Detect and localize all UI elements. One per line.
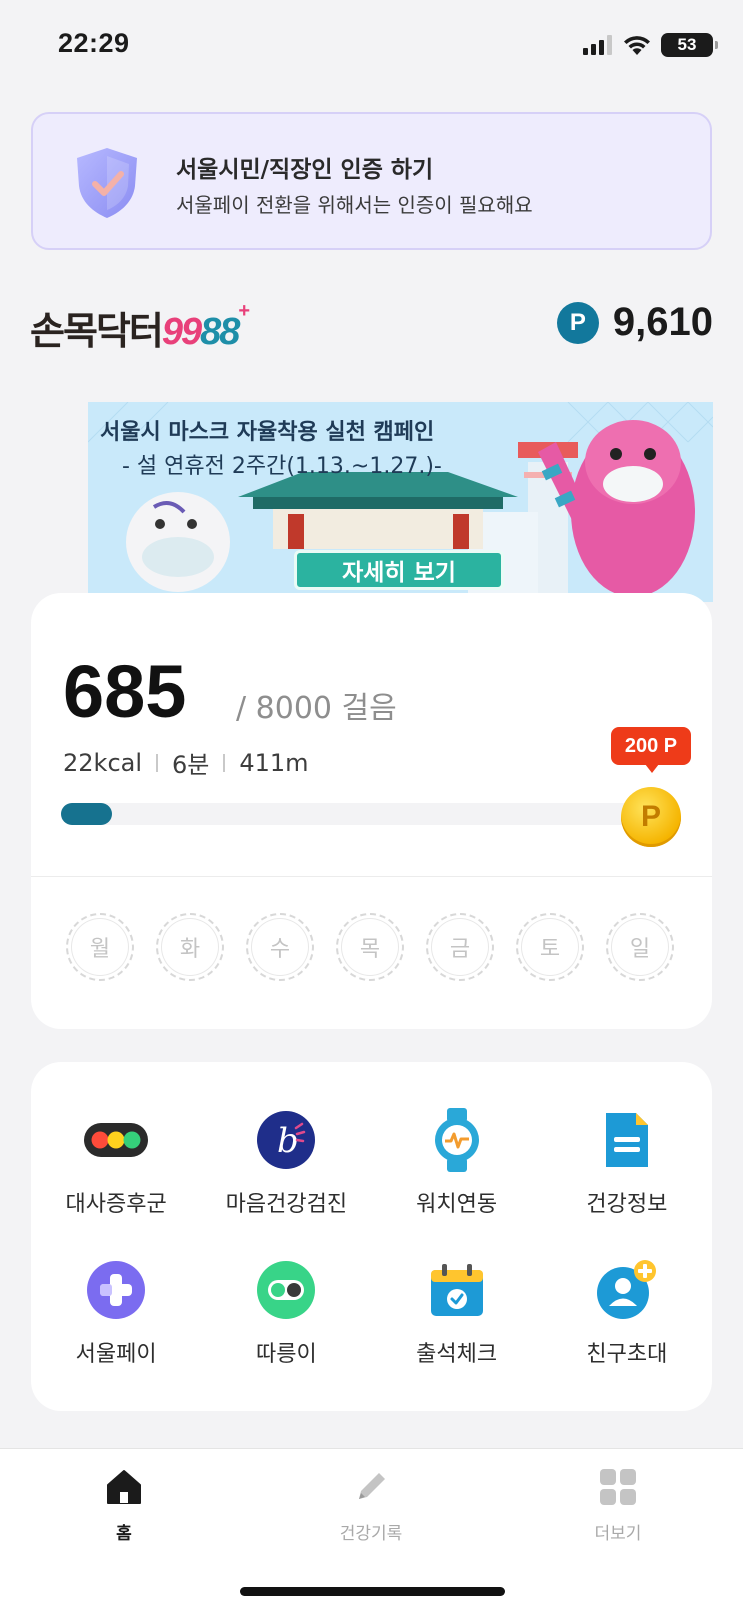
home-icon: [107, 1470, 141, 1504]
brand-name-plus: +: [238, 300, 250, 322]
plus-cross-icon: [84, 1258, 148, 1322]
brand-logo: 손목닥터9988+: [30, 300, 250, 355]
tab-home[interactable]: 홈: [54, 1467, 194, 1544]
tab-health-record[interactable]: 건강기록: [301, 1467, 441, 1544]
status-bar: 22:29 53: [0, 0, 743, 92]
menu-label: 마음건강검진: [225, 1192, 348, 1217]
service-menu-grid: 대사증후군 b 마음건강검진 워치연동 건강정보 서울페이 따릉이 출석체크 친…: [31, 1108, 712, 1368]
status-time: 22:29: [58, 28, 130, 58]
day-stamp-sat: 토: [516, 913, 584, 981]
brand-row: 손목닥터9988+ P 9,610: [30, 298, 713, 355]
step-progress-bar: [61, 803, 651, 825]
tab-home-label: 홈: [116, 1524, 132, 1544]
menu-item-seoul-pay[interactable]: 서울페이: [31, 1258, 201, 1368]
step-progress-fill: [61, 803, 112, 825]
step-count: 685: [63, 650, 187, 733]
service-menu-card: 대사증후군 b 마음건강검진 워치연동 건강정보 서울페이 따릉이 출석체크 친…: [31, 1062, 712, 1411]
weekday-stamps: 월 화 수 목 금 토 일: [66, 913, 674, 981]
menu-label: 대사증후군: [65, 1192, 167, 1217]
menu-label: 워치연동: [416, 1192, 498, 1217]
step-stat-kcal: 22kcal: [63, 748, 143, 777]
shield-check-icon: [77, 148, 137, 218]
person-add-icon: [595, 1258, 659, 1322]
brand-name-main: 손목닥터: [30, 311, 164, 353]
tab-more-label: 더보기: [594, 1524, 642, 1544]
stat-divider: [223, 753, 226, 772]
bike-toggle-icon: [254, 1258, 318, 1322]
menu-label: 친구초대: [586, 1342, 668, 1367]
divider: [31, 876, 712, 877]
day-stamp-sun: 일: [606, 913, 674, 981]
step-stat-minutes: 6분: [172, 751, 210, 779]
banner-detail-button[interactable]: 자세히 보기: [294, 550, 504, 590]
point-value: 9,610: [612, 300, 713, 344]
day-stamp-tue: 화: [156, 913, 224, 981]
document-icon: [595, 1108, 659, 1172]
brand-name-88: 88: [200, 311, 240, 353]
home-indicator: [240, 1587, 505, 1596]
auth-subtitle: 서울페이 전환을 위해서는 인증이 필요해요: [176, 193, 533, 217]
pencil-icon: [359, 1473, 385, 1499]
reward-tag: 200 P: [611, 727, 691, 773]
watch-icon: [425, 1108, 489, 1172]
menu-item-health-info[interactable]: 건강정보: [542, 1108, 712, 1218]
tab-health-record-label: 건강기록: [339, 1524, 403, 1544]
auth-title: 서울시민/직장인 인증 하기: [176, 157, 434, 183]
step-stats: 22kcal 6분 411m: [63, 745, 309, 780]
menu-label: 출석체크: [416, 1342, 498, 1367]
traffic-light-icon: [84, 1108, 149, 1172]
point-balance[interactable]: P 9,610: [556, 300, 713, 345]
brand-name-99: 99: [161, 311, 202, 353]
menu-item-watch-sync[interactable]: 워치연동: [372, 1108, 542, 1218]
mind-b-icon: b: [254, 1108, 318, 1172]
point-coin-icon[interactable]: P: [621, 787, 681, 847]
step-card[interactable]: 685 / 8000 걸음 22kcal 6분 411m 200 P P 월 화…: [31, 593, 712, 1029]
battery-icon: 53: [661, 33, 718, 57]
day-stamp-wed: 수: [246, 913, 314, 981]
menu-label: 서울페이: [75, 1342, 157, 1367]
banner-title: 서울시 마스크 자율착용 실천 캠페인: [100, 420, 435, 445]
menu-label: 따릉이: [256, 1342, 317, 1367]
stat-divider: [156, 753, 159, 772]
banner-subtitle: - 설 연휴전 2주간(1.13.~1.27.)-: [122, 454, 442, 479]
menu-item-ttareungi[interactable]: 따릉이: [201, 1258, 371, 1368]
citizen-auth-card[interactable]: 서울시민/직장인 인증 하기 서울페이 전환을 위해서는 인증이 필요해요: [31, 112, 712, 250]
point-badge-icon: P: [556, 301, 599, 344]
menu-item-attendance[interactable]: 출석체크: [372, 1258, 542, 1368]
day-stamp-mon: 월: [66, 913, 134, 981]
grid-icon: [600, 1469, 636, 1505]
calendar-check-icon: [425, 1258, 489, 1322]
day-stamp-thu: 목: [336, 913, 404, 981]
wifi-icon: [624, 36, 650, 55]
signal-icon: [583, 35, 612, 55]
menu-label: 건강정보: [586, 1192, 668, 1217]
step-stat-distance: 411m: [239, 748, 309, 777]
day-stamp-fri: 금: [426, 913, 494, 981]
status-icons: 53: [583, 33, 718, 57]
tab-more[interactable]: 더보기: [548, 1467, 688, 1544]
campaign-banner[interactable]: 서울시 마스크 자율착용 실천 캠페인 - 설 연휴전 2주간(1.13.~1.…: [88, 402, 713, 602]
step-goal: / 8000 걸음: [236, 691, 397, 726]
menu-item-invite-friend[interactable]: 친구초대: [542, 1258, 712, 1368]
menu-item-metabolic-syndrome[interactable]: 대사증후군: [31, 1108, 201, 1218]
menu-item-mind-checkup[interactable]: b 마음건강검진: [201, 1108, 371, 1218]
bottom-tab-bar: 홈 건강기록 더보기: [0, 1448, 743, 1608]
